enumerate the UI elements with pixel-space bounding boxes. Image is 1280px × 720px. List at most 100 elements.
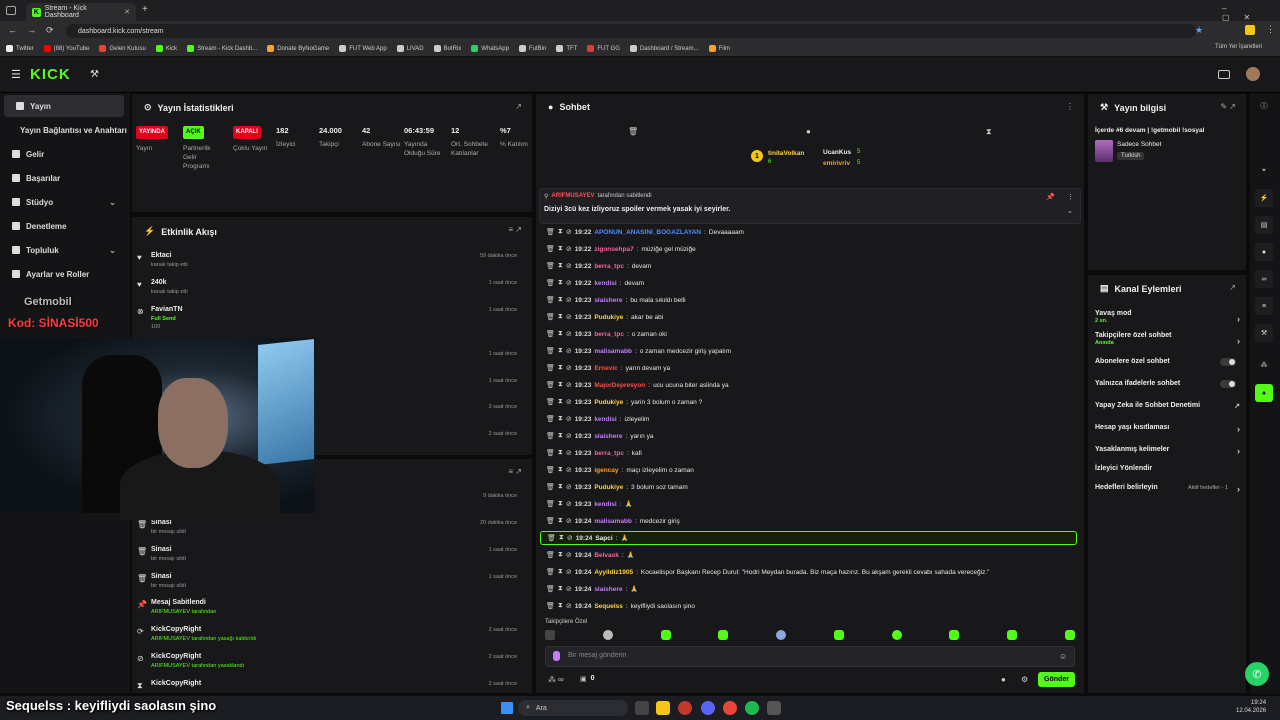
timeout-icon[interactable]: ⧗ — [558, 245, 563, 253]
emote-icon[interactable] — [1007, 630, 1018, 640]
bookmark-item[interactable]: BotRix — [433, 45, 461, 52]
ban-icon[interactable]: ⊘ — [566, 432, 572, 440]
popout-icon[interactable]: ↗ — [515, 102, 522, 111]
bookmark-item[interactable]: (88) YouTube — [43, 45, 89, 52]
activity-name[interactable]: 240k — [151, 279, 167, 286]
link-icon[interactable]: ∞ — [1255, 270, 1273, 288]
timeout-icon[interactable]: ⧗ — [558, 483, 563, 491]
pinned-menu-icon[interactable]: ⋮ — [1067, 193, 1074, 201]
delete-message-icon[interactable]: 🗑 — [546, 398, 555, 406]
channel-action-item[interactable]: Yavaş mod 2 sn. › — [1095, 310, 1240, 324]
timeout-icon[interactable]: ⧗ — [558, 585, 563, 593]
mic-icon[interactable] — [553, 651, 560, 661]
timeout-icon[interactable]: ⧗ — [558, 347, 563, 355]
ban-icon[interactable]: ⊘ — [566, 228, 572, 236]
gear-icon[interactable]: ⚙ — [1021, 675, 1028, 684]
emote-icon[interactable] — [949, 630, 960, 640]
trash-icon[interactable]: 🗑 — [628, 127, 638, 136]
delete-message-icon[interactable]: 🗑 — [546, 551, 555, 559]
ban-icon[interactable]: ⊘ — [566, 398, 572, 406]
tab-menu-icon[interactable] — [6, 6, 16, 15]
nav-buttons[interactable]: ←→⟳ — [8, 25, 64, 36]
modlog-name[interactable]: Sinasi — [151, 573, 172, 580]
bookmark-item[interactable]: Stream - Kick Dashb... — [187, 45, 257, 52]
stack-icon[interactable]: ≡ — [1255, 297, 1273, 315]
bookmark-item[interactable]: Donate ByNoGame — [267, 45, 329, 52]
message-username[interactable]: Pudukiye — [594, 484, 623, 491]
window-controls[interactable]: –▢✕ — [1222, 4, 1280, 22]
delete-message-icon[interactable]: 🗑 — [546, 568, 555, 576]
chat-icon[interactable]: ● — [1255, 243, 1273, 261]
message-username[interactable]: berra_tpc — [594, 331, 624, 338]
timeout-icon[interactable]: ⧗ — [558, 398, 563, 406]
ban-icon[interactable]: ⊘ — [566, 568, 572, 576]
ban-icon[interactable]: ⊘ — [566, 415, 572, 423]
modlog-name[interactable]: Mesaj Sabitlendi — [151, 599, 206, 606]
sidebar-item-7[interactable]: Ayarlar ve Roller — [0, 263, 128, 285]
info-icon[interactable]: ⓘ — [1255, 97, 1273, 115]
activity-name[interactable]: Ektaci — [151, 252, 172, 259]
bookmark-star-icon[interactable]: ★ — [1195, 25, 1203, 36]
message-username[interactable]: igencay — [594, 467, 618, 474]
ban-icon[interactable]: ⊘ — [566, 585, 572, 593]
delete-message-icon[interactable]: 🗑 — [546, 466, 555, 474]
pinned-by[interactable]: ARIFMUSAYEV — [551, 193, 594, 200]
sidebar-item-1[interactable]: Yayın Bağlantısı ve Anahtarı — [0, 119, 128, 141]
delete-message-icon[interactable]: 🗑 — [546, 228, 555, 236]
chevron-right-icon[interactable]: › — [1237, 484, 1240, 494]
emote-icon[interactable] — [776, 630, 787, 640]
message-username[interactable]: APONUN_ANASINI_BOGAZLAYAN — [594, 229, 701, 236]
ban-icon[interactable]: ⊘ — [566, 347, 572, 355]
message-username[interactable]: berra_tpc — [594, 450, 624, 457]
message-username[interactable]: MajorDepresyon — [594, 382, 645, 389]
bolt-icon[interactable]: ⚡ — [1255, 189, 1273, 207]
chat-input-placeholder[interactable]: Bir mesaj gönderin — [568, 652, 626, 659]
bookmark-item[interactable]: Kick — [155, 45, 177, 52]
delete-message-icon[interactable]: 🗑 — [546, 262, 555, 270]
timeout-icon[interactable]: ⧗ — [558, 466, 563, 474]
message-username[interactable]: kendisi — [594, 501, 616, 508]
bookmark-item[interactable]: Gelen Kutusu — [99, 45, 146, 52]
hammer-icon[interactable]: ⚒ — [90, 69, 99, 80]
channel-action-item[interactable]: Hedefleri belirleyin Aktif hedefler - 1 › — [1095, 484, 1240, 494]
delete-message-icon[interactable]: 🗑 — [547, 534, 556, 542]
message-username[interactable]: Pudukiye — [594, 399, 623, 406]
delete-message-icon[interactable]: 🗑 — [546, 279, 555, 287]
chevron-right-icon[interactable]: › — [1237, 336, 1240, 346]
chevron-down-icon[interactable]: ⌄ — [1067, 207, 1073, 215]
delete-message-icon[interactable]: 🗑 — [546, 364, 555, 372]
timeout-icon[interactable]: ⧗ — [558, 364, 563, 372]
users-icon[interactable]: ⁂ — [1255, 356, 1273, 374]
ban-icon[interactable]: ⊘ — [567, 534, 573, 542]
timeout-icon[interactable]: ⧗ — [558, 551, 563, 559]
emote-icon[interactable] — [602, 630, 613, 640]
modlog-name[interactable]: Sinasi — [151, 546, 172, 553]
app-icon[interactable] — [767, 701, 781, 715]
bookmark-item[interactable]: TFT — [556, 45, 577, 52]
emote-icon[interactable] — [660, 630, 671, 640]
bookmark-item[interactable]: WhatsApp — [471, 45, 509, 52]
popout-icon[interactable]: ≡ ↗ — [508, 467, 522, 476]
chevron-right-icon[interactable]: › — [1237, 314, 1240, 324]
popout-icon[interactable]: ≡ ↗ — [508, 225, 522, 234]
top-gifter-1[interactable]: tinitaVolkan — [768, 150, 804, 157]
avatar[interactable] — [1246, 67, 1260, 81]
modlog-name[interactable]: Sinasi — [151, 519, 172, 526]
active-rail-icon[interactable]: ● — [1255, 384, 1273, 402]
channel-action-item[interactable]: Abonelere özel sohbet — [1095, 358, 1240, 366]
message-username[interactable]: berra_tpc — [594, 263, 624, 270]
modlog-name[interactable]: KickCopyRight — [151, 626, 201, 633]
bookmark-item[interactable]: Film — [708, 45, 730, 52]
ban-icon[interactable]: ⊘ — [566, 483, 572, 491]
activity-name[interactable]: FavianTN — [151, 306, 183, 313]
timeout-icon[interactable]: ⧗ — [558, 568, 563, 576]
ban-icon[interactable]: ⊘ — [566, 466, 572, 474]
spotify-icon[interactable] — [745, 701, 759, 715]
message-username[interactable]: malisamabb — [594, 348, 632, 355]
explorer-icon[interactable] — [656, 701, 670, 715]
chevron-right-icon[interactable]: › — [1237, 446, 1240, 456]
hourglass-icon[interactable]: ⧗ — [986, 127, 992, 137]
ban-icon[interactable]: ⊘ — [566, 313, 572, 321]
ban-icon[interactable]: ⊘ — [566, 500, 572, 508]
timeout-icon[interactable]: ⧗ — [558, 279, 563, 287]
